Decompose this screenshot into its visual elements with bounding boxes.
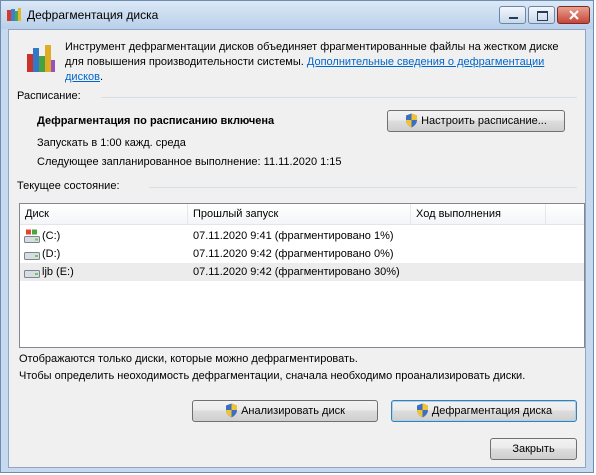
disk-list-header: Диск Прошлый запуск Ход выполнения bbox=[20, 204, 584, 225]
schedule-label: Расписание: bbox=[17, 90, 81, 102]
intro-suffix: . bbox=[99, 71, 104, 83]
disk-name: ljb (E:) bbox=[42, 266, 74, 278]
close-window-button[interactable] bbox=[557, 6, 590, 24]
window-title: Дефрагментация диска bbox=[27, 8, 159, 22]
table-row[interactable]: ljb (E:) 07.11.2020 9:42 (фрагментирован… bbox=[20, 263, 584, 281]
note-defraggable-disks: Отображаются только диски, которые можно… bbox=[19, 353, 358, 365]
current-state-label: Текущее состояние: bbox=[17, 180, 120, 192]
schedule-section: Расписание: bbox=[17, 90, 577, 102]
schedule-status: Дефрагментация по расписанию включена bbox=[37, 115, 275, 127]
last-run: 07.11.2020 9:42 (фрагментировано 30%) bbox=[193, 266, 400, 278]
current-state-section: Текущее состояние: bbox=[17, 180, 577, 192]
uac-shield-icon bbox=[226, 403, 238, 418]
title-bar[interactable]: Дефрагментация диска bbox=[1, 1, 593, 29]
column-last-run[interactable]: Прошлый запуск bbox=[188, 204, 411, 224]
current-state-divider bbox=[149, 187, 577, 188]
analyze-disk-label: Анализировать диск bbox=[241, 405, 345, 417]
configure-schedule-label: Настроить расписание... bbox=[421, 115, 547, 127]
minimize-icon bbox=[509, 17, 518, 19]
schedule-run-time: Запускать в 1:00 кажд. среда bbox=[37, 137, 186, 149]
table-row[interactable]: (C:) 07.11.2020 9:41 (фрагментировано 1%… bbox=[20, 227, 584, 245]
configure-schedule-button[interactable]: Настроить расписание... bbox=[387, 110, 565, 132]
hard-drive-icon bbox=[24, 270, 40, 278]
note-analyze-first: Чтобы определить неоходимость дефрагмент… bbox=[19, 370, 526, 382]
minimize-button[interactable] bbox=[499, 6, 526, 24]
dialog-content: Инструмент дефрагментации дисков объедин… bbox=[8, 29, 586, 468]
column-progress[interactable]: Ход выполнения bbox=[411, 204, 546, 224]
maximize-icon bbox=[537, 11, 548, 21]
analyze-disk-button[interactable]: Анализировать диск bbox=[192, 400, 378, 422]
defrag-large-icon bbox=[27, 45, 55, 72]
hard-drive-icon bbox=[24, 252, 40, 260]
schedule-divider bbox=[101, 97, 577, 98]
disk-name: (D:) bbox=[42, 248, 61, 260]
intro-description: Инструмент дефрагментации дисков объедин… bbox=[65, 40, 577, 85]
maximize-button[interactable] bbox=[528, 6, 555, 24]
uac-shield-icon bbox=[406, 113, 418, 128]
schedule-next-run: Следующее запланированное выполнение: 11… bbox=[37, 156, 342, 168]
uac-shield-icon bbox=[416, 403, 428, 418]
last-run: 07.11.2020 9:42 (фрагментировано 0%) bbox=[193, 248, 394, 260]
last-run: 07.11.2020 9:41 (фрагментировано 1%) bbox=[193, 230, 394, 242]
close-button[interactable]: Закрыть bbox=[490, 438, 577, 460]
defragment-disk-button[interactable]: Дефрагментация диска bbox=[391, 400, 577, 422]
disk-name: (C:) bbox=[42, 230, 61, 242]
defrag-window: Дефрагментация диска Инструмент дефрагме… bbox=[0, 0, 594, 473]
defrag-app-icon bbox=[7, 8, 21, 21]
disk-list[interactable]: Диск Прошлый запуск Ход выполнения (C:) … bbox=[19, 203, 585, 348]
system-drive-icon bbox=[24, 229, 40, 243]
table-row[interactable]: (D:) 07.11.2020 9:42 (фрагментировано 0%… bbox=[20, 245, 584, 263]
close-icon bbox=[569, 10, 579, 20]
defragment-disk-label: Дефрагментация диска bbox=[431, 405, 553, 417]
column-disk[interactable]: Диск bbox=[20, 204, 188, 224]
